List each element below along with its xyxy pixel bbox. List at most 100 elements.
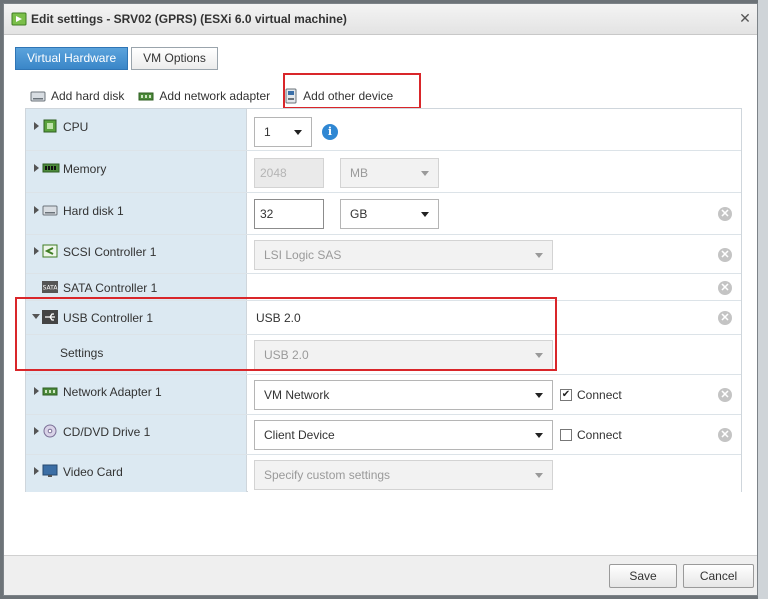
info-icon[interactable]: i	[322, 124, 338, 140]
chevron-down-icon	[421, 171, 429, 176]
row-hard-disk: Hard disk 1 32 GB ✕	[26, 193, 741, 235]
background-window-edge	[758, 0, 768, 599]
row-video-card: Video Card Specify custom settings	[26, 455, 741, 492]
expand-hard-disk-icon[interactable]	[34, 206, 39, 214]
usb-settings-value: USB 2.0	[264, 348, 309, 362]
expand-network-icon[interactable]	[34, 387, 39, 395]
expand-video-icon[interactable]	[34, 467, 39, 475]
empty-checkbox-icon	[560, 429, 572, 441]
row-network-adapter: Network Adapter 1 VM Network ✔ Connect ✕	[26, 375, 741, 415]
remove-usb-icon[interactable]: ✕	[718, 311, 732, 325]
scsi-controller-label: SCSI Controller 1	[63, 245, 157, 259]
add-other-device-label: Add other device	[303, 89, 394, 103]
network-adapter-icon	[42, 384, 58, 401]
row-usb-controller: USB Controller 1 USB 2.0 ✕	[26, 301, 741, 335]
usb-settings-select[interactable]: USB 2.0	[254, 340, 553, 370]
cpu-icon	[42, 119, 58, 136]
sata-controller-icon: SATA	[42, 281, 58, 296]
chevron-down-icon	[535, 433, 543, 438]
svg-text:SATA: SATA	[43, 285, 58, 292]
memory-label: Memory	[63, 162, 107, 176]
cd-dvd-connect-checkbox[interactable]: Connect	[560, 428, 622, 442]
expand-cpu-icon[interactable]	[34, 122, 39, 130]
memory-unit-value: MB	[350, 166, 368, 180]
add-network-adapter-button[interactable]: Add network adapter	[138, 89, 270, 103]
cd-dvd-select[interactable]: Client Device	[254, 420, 553, 450]
dialog-titlebar[interactable]: Edit settings - SRV02 (GPRS) (ESXi 6.0 v…	[4, 4, 757, 35]
chevron-down-icon	[535, 353, 543, 358]
network-connect-label: Connect	[577, 388, 622, 402]
hard-disk-unit-value: GB	[350, 207, 368, 221]
remove-cd-dvd-icon[interactable]: ✕	[718, 428, 732, 442]
dialog-footer: Save Cancel	[4, 555, 757, 595]
cpu-count-select[interactable]: 1	[254, 117, 312, 147]
hard-disk-icon	[30, 91, 46, 102]
hard-disk-icon	[42, 203, 58, 220]
hard-disk-label: Hard disk 1	[63, 204, 124, 218]
cd-dvd-value: Client Device	[264, 428, 335, 442]
save-button[interactable]: Save	[609, 564, 677, 588]
video-card-value: Specify custom settings	[264, 468, 391, 482]
cd-dvd-label: CD/DVD Drive 1	[63, 425, 151, 439]
sata-controller-label: SATA Controller 1	[63, 281, 158, 295]
dialog-title: Edit settings - SRV02 (GPRS) (ESXi 6.0 v…	[31, 12, 347, 26]
scsi-type-select[interactable]: LSI Logic SAS	[254, 240, 553, 270]
chevron-down-icon	[421, 212, 429, 217]
usb-controller-value: USB 2.0	[256, 311, 301, 325]
hardware-grid: CPU 1 i Memory 2048 MB Hard disk 1 32 GB…	[25, 108, 742, 492]
row-usb-settings: Settings USB 2.0	[26, 335, 741, 375]
other-device-icon	[285, 88, 297, 104]
add-other-device-button[interactable]: Add other device	[284, 88, 393, 104]
chevron-down-icon	[294, 130, 302, 135]
expand-memory-icon[interactable]	[34, 164, 39, 172]
expand-scsi-icon[interactable]	[34, 247, 39, 255]
video-card-select[interactable]: Specify custom settings	[254, 460, 553, 490]
usb-icon	[42, 310, 58, 327]
row-sata-controller: SATA SATA Controller 1 ✕	[26, 274, 741, 301]
scsi-controller-icon	[42, 244, 58, 261]
tab-vm-options[interactable]: VM Options	[131, 47, 218, 70]
network-adapter-label: Network Adapter 1	[63, 385, 162, 399]
usb-settings-label: Settings	[60, 346, 104, 360]
network-connect-checkbox[interactable]: ✔ Connect	[560, 388, 622, 402]
chevron-down-icon	[535, 393, 543, 398]
chevron-down-icon	[535, 473, 543, 478]
remove-hard-disk-icon[interactable]: ✕	[718, 207, 732, 221]
hard-disk-unit-select[interactable]: GB	[340, 199, 439, 229]
edit-settings-dialog: Edit settings - SRV02 (GPRS) (ESXi 6.0 v…	[3, 3, 758, 596]
cd-dvd-connect-label: Connect	[577, 428, 622, 442]
remove-sata-icon[interactable]: ✕	[718, 281, 732, 295]
tab-virtual-hardware[interactable]: Virtual Hardware	[15, 47, 129, 70]
memory-unit-select[interactable]: MB	[340, 158, 439, 188]
cd-dvd-icon	[42, 424, 58, 441]
usb-controller-label: USB Controller 1	[63, 311, 154, 325]
network-select[interactable]: VM Network	[254, 380, 553, 410]
tab-bar: Virtual Hardware VM Options	[15, 47, 218, 70]
network-value: VM Network	[264, 388, 330, 402]
video-card-label: Video Card	[63, 465, 123, 479]
row-scsi-controller: SCSI Controller 1 LSI Logic SAS ✕	[26, 235, 741, 274]
collapse-usb-icon[interactable]	[32, 314, 40, 319]
scsi-type-value: LSI Logic SAS	[264, 248, 342, 262]
memory-icon	[42, 161, 60, 178]
memory-size-field[interactable]: 2048	[254, 158, 324, 188]
network-adapter-icon	[138, 92, 154, 101]
cpu-count-value: 1	[264, 125, 271, 139]
hard-disk-size-field[interactable]: 32	[254, 199, 324, 229]
row-cpu: CPU 1 i	[26, 109, 741, 151]
close-icon[interactable]: ✕	[736, 9, 754, 27]
expand-cdrom-icon[interactable]	[34, 427, 39, 435]
remove-network-icon[interactable]: ✕	[718, 388, 732, 402]
add-hard-disk-label: Add hard disk	[51, 89, 125, 103]
video-card-icon	[42, 464, 58, 481]
row-memory: Memory 2048 MB	[26, 151, 741, 193]
chevron-down-icon	[535, 253, 543, 258]
cpu-label: CPU	[63, 120, 89, 134]
add-hard-disk-button[interactable]: Add hard disk	[30, 89, 124, 103]
checkmark-icon: ✔	[560, 389, 572, 401]
device-toolbar: Add hard disk Add network adapter Add ot…	[30, 88, 407, 104]
cancel-button[interactable]: Cancel	[683, 564, 754, 588]
remove-scsi-icon[interactable]: ✕	[718, 248, 732, 262]
vm-icon	[11, 11, 27, 30]
row-cd-dvd-drive: CD/DVD Drive 1 Client Device Connect ✕	[26, 415, 741, 455]
